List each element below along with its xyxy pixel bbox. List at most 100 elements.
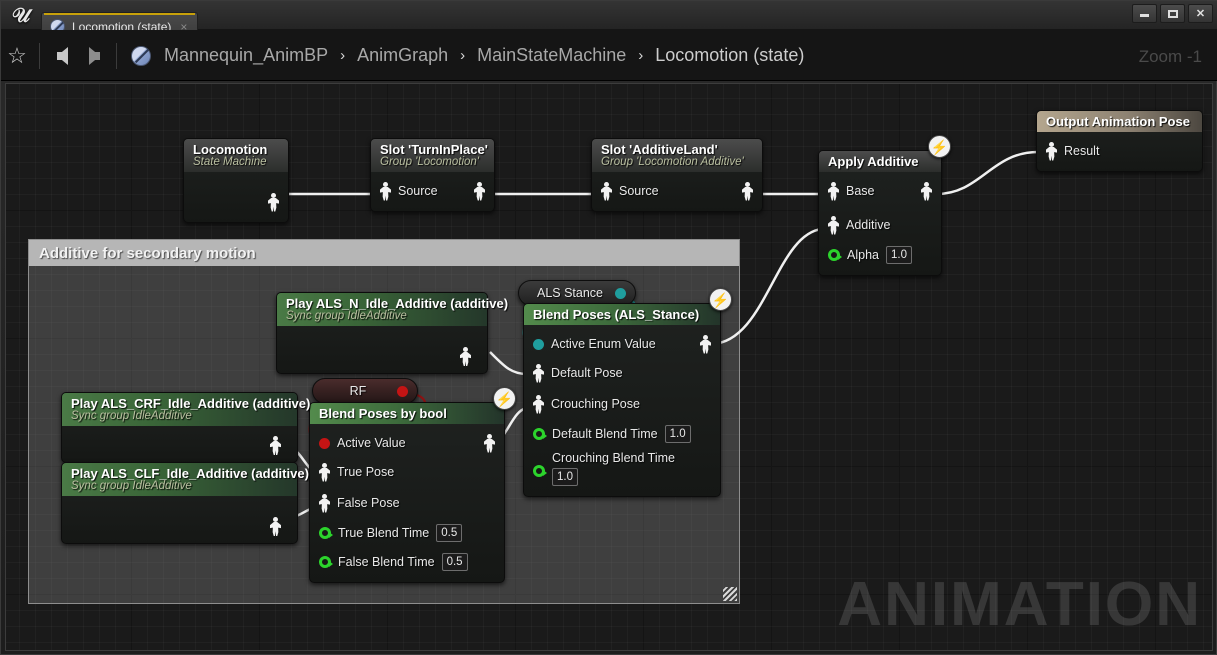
node-blend-poses-by-bool[interactable]: ⚡ Blend Poses by bool Active Value True … [309,402,505,583]
node-header: Play ALS_CLF_Idle_Additive (additive) Sy… [62,463,297,496]
crouching-blend-time-field[interactable]: 1.0 [552,468,578,486]
pose-pin-icon[interactable] [1046,142,1057,161]
pose-pin-icon-output[interactable] [474,182,485,201]
breadcrumb-item-1[interactable]: AnimGraph [350,45,455,66]
enum-pin-icon[interactable] [615,288,626,299]
pin-row-false-blend-time[interactable]: False Blend Time 0.5 [310,550,504,574]
pin-label-false-blend-time: False Blend Time [338,555,435,569]
breadcrumb-separator: › [455,47,470,64]
pose-pin-icon-output[interactable] [700,335,711,354]
back-button[interactable] [46,40,78,72]
float-pin-icon[interactable] [533,465,545,477]
node-apply-additive[interactable]: ⚡ Apply Additive Base Additive [818,150,942,276]
node-body: Active Value True Pose False Pose True B… [310,424,504,582]
pose-pin-icon-output[interactable] [742,182,753,201]
node-subtitle: Sync group IdleAdditive [71,480,288,492]
node-play-als-crf-idle-additive[interactable]: Play ALS_CRF_Idle_Additive (additive) Sy… [61,392,298,463]
pin-row-false-pose[interactable]: False Pose [310,491,504,515]
node-output-animation-pose[interactable]: Output Animation Pose Result [1036,110,1203,172]
pin-row-base[interactable]: Base [819,179,941,203]
enum-pin-icon[interactable] [533,339,544,350]
pin-label-active-enum-value: Active Enum Value [551,337,656,351]
lightning-bolt-badge-icon: ⚡ [493,387,516,410]
node-play-als-n-idle-additive[interactable]: Play ALS_N_Idle_Additive (additive) Sync… [276,292,488,374]
node-subtitle: Group 'Locomotion' [380,156,485,168]
pin-row-additive[interactable]: Additive [819,213,941,237]
pin-label-true-blend-time: True Blend Time [338,526,429,540]
pose-pin-icon[interactable] [533,395,544,414]
forward-button[interactable] [78,40,110,72]
node-body: Source [592,172,762,211]
pose-pin-icon[interactable] [533,364,544,383]
float-pin-icon[interactable] [319,556,331,568]
node-title: Output Animation Pose [1046,114,1193,129]
lightning-bolt-badge-icon: ⚡ [709,288,732,311]
pose-pin-icon-output[interactable] [460,347,471,366]
breadcrumb-item-2[interactable]: MainStateMachine [470,45,633,66]
pose-pin-icon[interactable] [601,182,612,201]
default-blend-time-field[interactable]: 1.0 [665,425,691,443]
pose-pin-icon[interactable] [828,216,839,235]
pin-row-true-pose[interactable]: True Pose [310,460,504,484]
breadcrumb-item-0[interactable]: Mannequin_AnimBP [157,45,335,66]
pose-pin-icon[interactable] [828,182,839,201]
variable-label: ALS Stance [533,286,607,300]
pose-pin-icon-output[interactable] [921,182,932,201]
pin-row-output[interactable] [184,190,288,214]
alpha-value-field[interactable]: 1.0 [886,246,912,264]
float-pin-icon[interactable] [319,527,331,539]
node-title: Blend Poses by bool [319,406,495,421]
node-body: Source [371,172,494,211]
pin-row-default-pose[interactable]: Default Pose [524,361,720,385]
node-body [277,326,487,373]
pose-pin-icon-output[interactable] [484,434,495,453]
pose-pin-icon[interactable] [380,182,391,201]
pin-row-source[interactable]: Source [371,179,494,203]
node-body: Base Additive Alpha 1.0 [819,172,941,275]
bool-pin-icon[interactable] [319,438,330,449]
node-slot-additive-land[interactable]: Slot 'AdditiveLand' Group 'Locomotion Ad… [591,138,763,212]
pin-row-default-blend-time[interactable]: Default Blend Time 1.0 [524,422,720,446]
pose-pin-icon[interactable] [319,494,330,513]
node-locomotion-state-machine[interactable]: Locomotion State Machine [183,138,289,223]
breadcrumb-item-3[interactable]: Locomotion (state) [648,45,811,66]
star-icon: ☆ [7,45,27,67]
node-blend-poses-als-stance[interactable]: ⚡ Blend Poses (ALS_Stance) Active Enum V… [523,303,721,497]
pin-row-true-blend-time[interactable]: True Blend Time 0.5 [310,521,504,545]
pose-pin-icon-output[interactable] [270,517,281,536]
pin-row-source[interactable]: Source [592,179,762,203]
node-body: Result [1037,132,1202,171]
toolbar-divider-2 [116,43,117,69]
close-button[interactable]: ✕ [1188,4,1213,23]
maximize-button[interactable] [1160,4,1185,23]
node-play-als-clf-idle-additive[interactable]: Play ALS_CLF_Idle_Additive (additive) Sy… [61,462,298,544]
pin-row-active-value[interactable]: Active Value [310,431,504,455]
pose-pin-icon[interactable] [319,463,330,482]
bool-pin-icon[interactable] [397,386,408,397]
pin-row-crouching-blend-time[interactable]: Crouching Blend Time 1.0 [524,450,720,488]
favorite-button[interactable]: ☆ [1,40,33,72]
forward-arrow-icon [89,47,100,65]
node-header: Blend Poses (ALS_Stance) [524,304,720,325]
pin-row-result[interactable]: Result [1037,139,1202,163]
node-header: Apply Additive [819,151,941,172]
node-slot-turn-in-place[interactable]: Slot 'TurnInPlace' Group 'Locomotion' So… [370,138,495,212]
pin-label-source: Source [398,184,438,198]
anim-graph-canvas[interactable]: Additive for secondary motion [5,83,1213,651]
pin-row-active-enum-value[interactable]: Active Enum Value [524,332,720,356]
false-blend-time-field[interactable]: 0.5 [442,553,468,571]
pin-row-crouching-pose[interactable]: Crouching Pose [524,392,720,416]
pin-row-alpha[interactable]: Alpha 1.0 [819,243,941,267]
minimize-button[interactable] [1132,4,1157,23]
true-blend-time-field[interactable]: 0.5 [436,524,462,542]
pin-label-true-pose: True Pose [337,465,394,479]
node-header: Slot 'AdditiveLand' Group 'Locomotion Ad… [592,139,762,172]
pose-pin-icon-output[interactable] [270,436,281,455]
pose-pin-icon[interactable] [268,193,279,212]
node-variable-rf[interactable]: RF [312,378,418,404]
pin-label-default-pose: Default Pose [551,366,623,380]
node-title: Locomotion [193,142,279,157]
float-pin-icon[interactable] [533,428,545,440]
unreal-editor-window: 𝒰 Locomotion (state) × ✕ ☆ Mannequin_Ani… [0,0,1217,655]
float-pin-icon[interactable] [828,249,840,261]
